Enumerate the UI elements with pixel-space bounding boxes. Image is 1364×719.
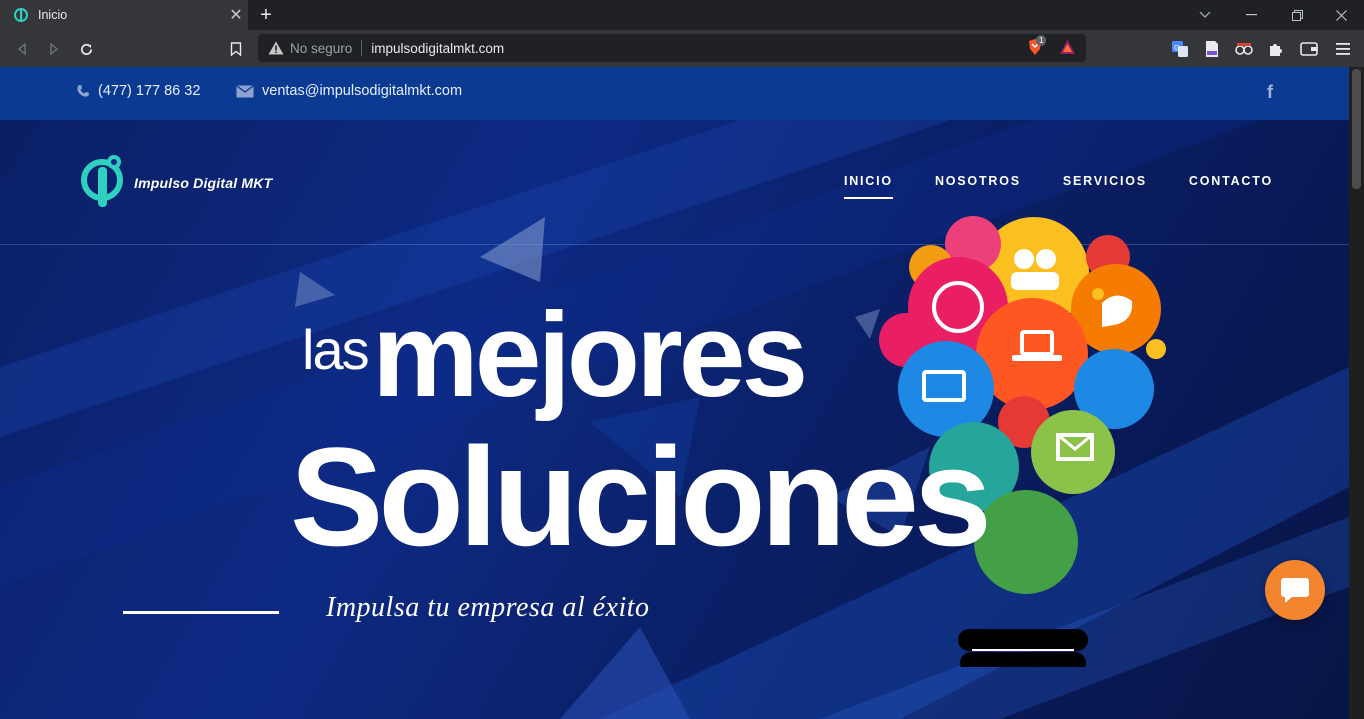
hero-divider-line — [123, 611, 279, 614]
email-address: ventas@impulsodigitalmkt.com — [262, 83, 463, 99]
address-bar[interactable]: No seguro impulsodigitalmkt.com 1 — [258, 34, 1086, 62]
phone-number: (477) 177 86 32 — [98, 83, 201, 99]
phone-contact[interactable]: (477) 177 86 32 — [76, 83, 200, 99]
shields-badge: 1 — [1036, 35, 1047, 46]
nav-servicios[interactable]: SERVICIOS — [1063, 174, 1147, 188]
svg-text:G: G — [1174, 45, 1179, 52]
logo-mark-icon — [81, 155, 123, 207]
nav-contacto[interactable]: CONTACTO — [1189, 174, 1273, 188]
chat-bubble-icon — [1281, 578, 1309, 603]
warning-icon — [268, 41, 284, 55]
restore-button[interactable] — [1274, 0, 1320, 30]
envelope-icon — [236, 84, 254, 97]
nav-inicio[interactable]: INICIO — [843, 174, 893, 199]
security-label[interactable]: No seguro — [290, 41, 352, 56]
tab-strip: Inicio ✕ + — [0, 0, 1364, 30]
back-button[interactable] — [9, 36, 35, 62]
page-scrollbar[interactable] — [1349, 67, 1364, 719]
address-divider — [361, 40, 363, 56]
web-page: (477) 177 86 32 ventas@impulsodigitalmkt… — [0, 67, 1349, 719]
site-logo[interactable]: Impulso Digital MKT — [80, 153, 272, 213]
tab-search-icon[interactable] — [1182, 0, 1228, 30]
hero-tagline: Impulsa tu empresa al éxito — [326, 592, 650, 623]
brave-rewards-icon[interactable] — [1059, 39, 1076, 55]
email-contact[interactable]: ventas@impulsodigitalmkt.com — [236, 83, 462, 99]
reload-button[interactable] — [73, 36, 99, 62]
translate-extension-icon[interactable]: G — [1170, 39, 1190, 59]
url-text[interactable]: impulsodigitalmkt.com — [371, 41, 504, 56]
hero-word-soluciones: Soluciones — [290, 418, 992, 575]
brave-shields-icon[interactable]: 1 — [1027, 35, 1047, 56]
forward-button[interactable] — [41, 36, 67, 62]
site-favicon-icon — [14, 8, 28, 22]
facebook-icon[interactable]: f — [1267, 82, 1273, 103]
phone-icon — [77, 85, 89, 97]
main-nav: INICIO NOSOTROS SERVICIOS CONTACTO — [843, 174, 1273, 199]
tab-close-icon[interactable]: ✕ — [224, 5, 248, 25]
scrollbar-thumb[interactable] — [1352, 69, 1361, 189]
spy-extension-icon[interactable] — [1234, 39, 1254, 59]
nav-nosotros[interactable]: NOSOTROS — [935, 174, 1021, 188]
hero-word-las: las — [302, 318, 370, 381]
contact-bar: (477) 177 86 32 ventas@impulsodigitalmkt… — [0, 67, 1349, 120]
minimize-button[interactable] — [1228, 0, 1274, 30]
bookmark-icon[interactable] — [223, 36, 249, 62]
extensions-puzzle-icon[interactable] — [1266, 39, 1286, 59]
close-window-button[interactable] — [1318, 0, 1364, 30]
logo-text: Impulso Digital MKT — [134, 175, 273, 191]
tab-title: Inicio — [38, 8, 68, 22]
wallet-icon[interactable] — [1299, 39, 1319, 59]
new-tab-button[interactable]: + — [254, 3, 278, 27]
browser-toolbar: No seguro impulsodigitalmkt.com 1 G — [0, 30, 1364, 67]
chat-widget-button[interactable] — [1265, 560, 1325, 620]
menu-icon[interactable] — [1333, 39, 1353, 59]
pdf-extension-icon[interactable] — [1202, 39, 1222, 59]
browser-tab[interactable]: Inicio ✕ — [0, 0, 248, 30]
hero-word-mejores: mejores — [372, 288, 808, 422]
